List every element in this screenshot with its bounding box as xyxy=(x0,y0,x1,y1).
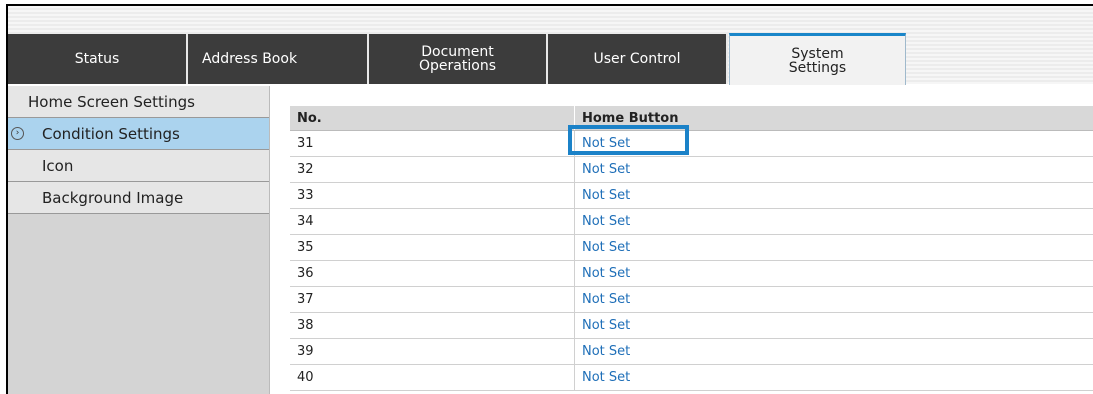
home-button-link[interactable]: Not Set xyxy=(574,130,1093,157)
home-button-link[interactable]: Not Set xyxy=(574,208,1093,235)
tab-address-book-label: Address Book xyxy=(202,51,298,67)
app-frame: Status Address Book Document Operations … xyxy=(6,4,1093,394)
row-number: 33 xyxy=(290,182,575,209)
home-button-link[interactable]: Not Set xyxy=(574,338,1093,365)
home-button-link[interactable]: Not Set xyxy=(574,234,1093,261)
row-number: 40 xyxy=(290,364,575,391)
sidebar: Home Screen Settings › Condition Setting… xyxy=(8,86,270,394)
sidebar-item-label: Background Image xyxy=(42,188,184,207)
tab-user-control-label: User Control xyxy=(593,51,681,67)
home-button-link[interactable]: Not Set xyxy=(574,156,1093,183)
table-row: 36 Not Set xyxy=(290,260,1093,287)
table-row: 32 Not Set xyxy=(290,156,1093,183)
row-number: 37 xyxy=(290,286,575,313)
row-number: 36 xyxy=(290,260,575,287)
column-header-home-button: Home Button xyxy=(574,106,1093,131)
row-number: 31 xyxy=(290,130,575,157)
column-header-no: No. xyxy=(290,106,575,131)
tab-bar: Status Address Book Document Operations … xyxy=(8,33,1093,85)
tab-status-label: Status xyxy=(74,51,120,67)
row-number: 32 xyxy=(290,156,575,183)
table-row: 39 Not Set xyxy=(290,338,1093,365)
table-row: 40 Not Set xyxy=(290,364,1093,391)
table-row: 35 Not Set xyxy=(290,234,1093,261)
sidebar-item-label: Condition Settings xyxy=(42,124,180,143)
sidebar-item-condition-settings[interactable]: › Condition Settings xyxy=(8,118,269,150)
table-row: 37 Not Set xyxy=(290,286,1093,313)
tab-system-settings-label: System Settings xyxy=(788,45,847,76)
table-row: 33 Not Set xyxy=(290,182,1093,209)
top-band xyxy=(8,6,1093,34)
sidebar-item-background-image[interactable]: Background Image xyxy=(8,182,269,214)
home-button-link[interactable]: Not Set xyxy=(574,286,1093,313)
sidebar-item-icon[interactable]: Icon xyxy=(8,150,269,182)
table-row: 34 Not Set xyxy=(290,208,1093,235)
sidebar-item-label: Home Screen Settings xyxy=(28,92,195,111)
tab-document-operations[interactable]: Document Operations xyxy=(369,34,548,84)
table-row: 38 Not Set xyxy=(290,312,1093,339)
tab-system-settings[interactable]: System Settings xyxy=(729,33,906,85)
table-row: 31 Not Set xyxy=(290,130,1093,157)
main-content: No. Home Button 31 Not Set 32 Not Set 33… xyxy=(270,86,1093,394)
tab-document-operations-label: Document Operations xyxy=(419,44,496,74)
table-header-row: No. Home Button xyxy=(290,106,1093,131)
row-number: 35 xyxy=(290,234,575,261)
tab-user-control[interactable]: User Control xyxy=(548,34,728,84)
row-number: 39 xyxy=(290,338,575,365)
sidebar-item-label: Icon xyxy=(42,156,74,175)
home-button-link[interactable]: Not Set xyxy=(574,312,1093,339)
home-button-link[interactable]: Not Set xyxy=(574,364,1093,391)
chevron-right-icon: › xyxy=(11,127,24,140)
home-button-table: No. Home Button 31 Not Set 32 Not Set 33… xyxy=(290,106,1093,391)
home-button-link[interactable]: Not Set xyxy=(574,182,1093,209)
row-number: 34 xyxy=(290,208,575,235)
tab-address-book[interactable]: Address Book xyxy=(188,34,369,84)
sidebar-item-home-screen-settings[interactable]: Home Screen Settings xyxy=(8,86,269,118)
tab-status[interactable]: Status xyxy=(8,34,188,84)
home-button-link[interactable]: Not Set xyxy=(574,260,1093,287)
row-number: 38 xyxy=(290,312,575,339)
